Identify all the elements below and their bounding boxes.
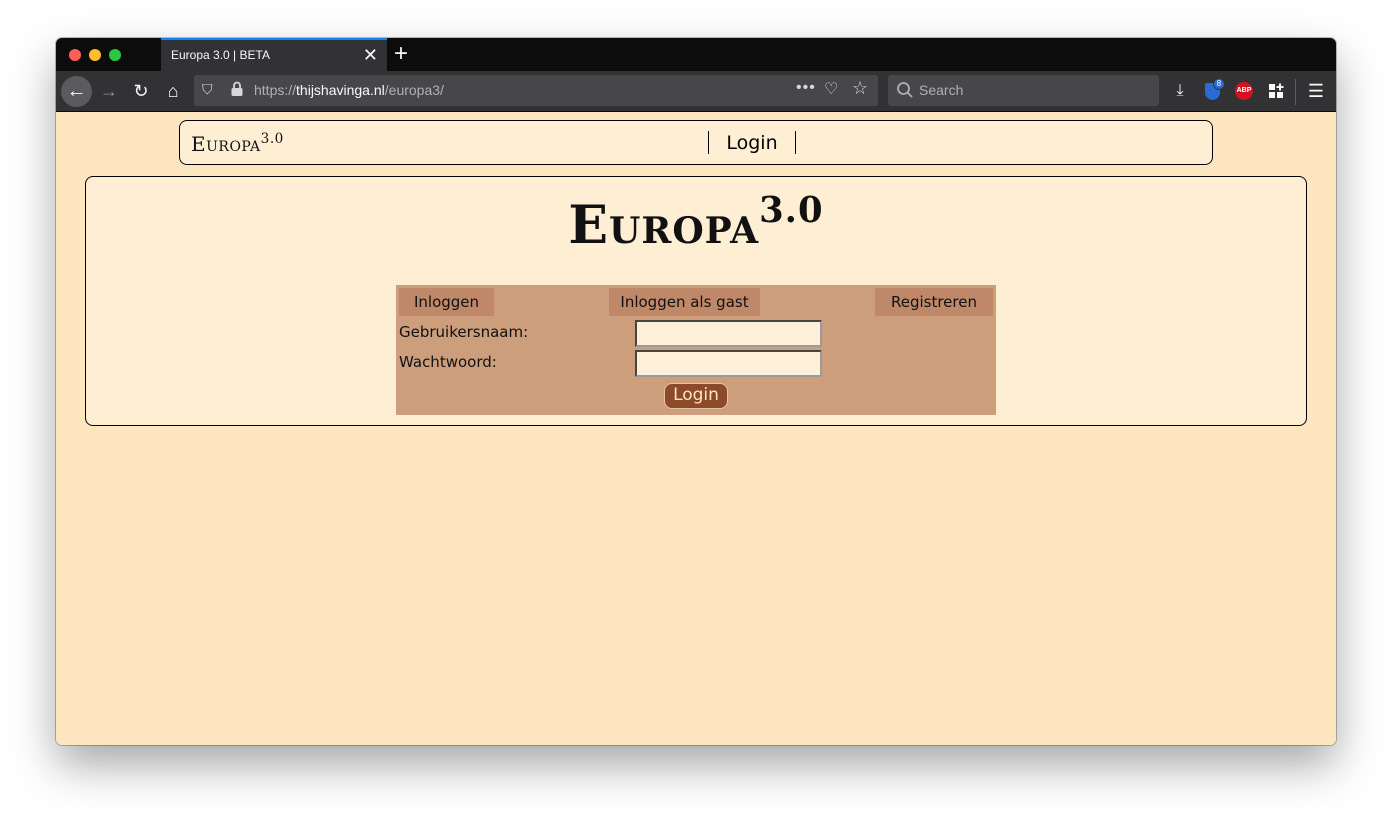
url-text: https://thijshavinga.nl/europa3/ (254, 82, 444, 98)
nav-divider (795, 131, 796, 154)
logo-text: Europa (191, 132, 261, 156)
main-panel: Europa3.0 Inloggen Inloggen als gast Reg… (85, 176, 1307, 426)
username-label: Gebruikersnaam: (399, 323, 529, 341)
forward-icon[interactable]: → (95, 77, 123, 105)
search-icon (897, 82, 913, 98)
tab-strip: Europa 3.0 | BETA ✕ + (56, 38, 1336, 71)
ublock-badge: 8 (1213, 78, 1225, 90)
tab-inloggen-als-gast[interactable]: Inloggen als gast (609, 288, 760, 316)
main-logo-version: 3.0 (759, 189, 824, 231)
username-field[interactable] (635, 320, 822, 347)
lock-icon[interactable] (230, 81, 244, 97)
tab-title: Europa 3.0 | BETA (171, 48, 270, 62)
adblock-plus-icon[interactable]: ABP (1230, 77, 1258, 105)
nav-login-link[interactable]: Login (709, 132, 795, 154)
main-logo: Europa3.0 (86, 193, 1306, 256)
search-bar[interactable]: Search (888, 75, 1159, 106)
tracking-shield-icon[interactable]: ⛉ (202, 81, 213, 98)
tab-close-icon[interactable]: ✕ (363, 45, 378, 65)
site-logo[interactable]: Europa3.0 (191, 132, 284, 156)
ublock-extension-icon[interactable]: 8 (1198, 77, 1226, 105)
page-actions-icon[interactable]: ••• (796, 79, 816, 97)
grid-glyph-icon (1269, 83, 1284, 98)
home-icon[interactable]: ⌂ (159, 77, 187, 105)
page-content: Europa3.0 Login Europa3.0 Inloggen Inlog… (56, 113, 1336, 745)
extensions-grid-icon[interactable] (1262, 77, 1290, 105)
bookmark-star-icon[interactable]: ☆ (852, 78, 868, 99)
back-icon[interactable]: ← (61, 76, 92, 107)
address-bar[interactable]: ⛉ https://thijshavinga.nl/europa3/ ••• ♡… (194, 75, 878, 106)
logo-version: 3.0 (260, 130, 284, 147)
pocket-icon[interactable]: ♡ (824, 79, 838, 99)
browser-window: Europa 3.0 | BETA ✕ + ← → ↻ ⌂ ⛉ https://… (56, 38, 1336, 745)
url-scheme: https:// (254, 82, 297, 98)
password-label: Wachtwoord: (399, 353, 497, 371)
main-logo-text: Europa (568, 195, 760, 256)
window-minimize-button[interactable] (89, 49, 101, 61)
abp-label: ABP (1235, 82, 1253, 100)
login-button[interactable]: Login (664, 383, 728, 409)
login-form: Inloggen Inloggen als gast Registreren G… (396, 285, 996, 415)
url-host: thijshavinga.nl (296, 82, 385, 98)
search-placeholder: Search (919, 82, 964, 98)
download-icon[interactable]: ⤓ (1166, 77, 1194, 105)
window-close-button[interactable] (69, 49, 81, 61)
new-tab-icon[interactable]: + (394, 40, 408, 68)
tab-registreren[interactable]: Registreren (875, 288, 993, 316)
window-maximize-button[interactable] (109, 49, 121, 61)
site-navigation: Europa3.0 Login (179, 120, 1213, 165)
browser-tab[interactable]: Europa 3.0 | BETA ✕ (161, 38, 387, 71)
password-field[interactable] (635, 350, 822, 377)
hamburger-menu-icon[interactable]: ☰ (1302, 77, 1330, 105)
navigation-toolbar: ← → ↻ ⌂ ⛉ https://thijshavinga.nl/europa… (56, 71, 1336, 112)
reload-icon[interactable]: ↻ (127, 77, 155, 105)
toolbar-separator (1295, 79, 1296, 105)
tab-inloggen[interactable]: Inloggen (399, 288, 494, 316)
url-path: /europa3/ (384, 82, 444, 98)
